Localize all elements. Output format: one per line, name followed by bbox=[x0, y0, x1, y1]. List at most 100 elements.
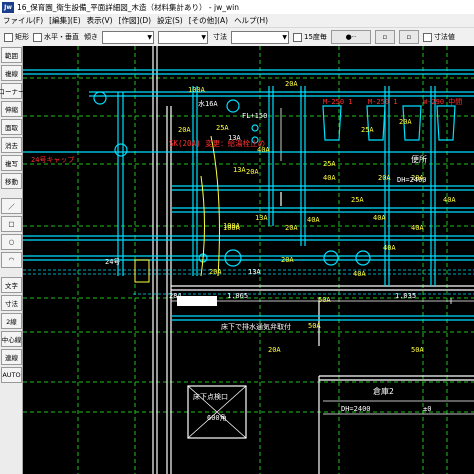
chevron-down-icon: ▼ bbox=[282, 33, 287, 41]
fixture-tag: W-290 中間 bbox=[423, 98, 463, 106]
hv-checkbox[interactable]: 水平・垂直 bbox=[33, 32, 79, 42]
chevron-down-icon: ▼ bbox=[147, 33, 152, 41]
checkbox-icon bbox=[422, 32, 432, 42]
menu-file[interactable]: ファイル(F) bbox=[0, 15, 46, 26]
menu-view[interactable]: 表示(V) bbox=[84, 15, 116, 26]
tool-circle-icon[interactable]: ○ bbox=[1, 234, 22, 250]
tool-corner[interactable]: コーナー bbox=[0, 83, 25, 99]
menu-bar: ファイル(F) [編集](E) 表示(V) [作図](D) 設定(S) [その他… bbox=[0, 14, 474, 27]
dim-combo[interactable]: ▼ bbox=[231, 30, 289, 44]
pipe-label: 20A bbox=[378, 174, 391, 182]
menu-help[interactable]: ヘルプ(H) bbox=[231, 15, 271, 26]
tool-centerline[interactable]: 中心線 bbox=[1, 331, 22, 347]
pipe-label: 20A bbox=[285, 80, 298, 88]
rect-checkbox[interactable]: 矩形 bbox=[4, 32, 29, 42]
pipe-label: 20A bbox=[209, 268, 222, 276]
dim-label: 寸法 bbox=[213, 33, 227, 41]
tool-copy[interactable]: 複写 bbox=[1, 155, 22, 171]
pipe-label: 25A bbox=[323, 160, 336, 168]
room-name: 倉庫2 bbox=[373, 387, 394, 396]
point-mode-button[interactable]: ●·· bbox=[330, 30, 371, 44]
dimension-label: 1.865 bbox=[227, 292, 249, 300]
pipe-label: 100A bbox=[188, 86, 205, 94]
tool-auto[interactable]: AUTO bbox=[1, 367, 22, 383]
fixtures bbox=[134, 135, 220, 306]
tool-offset[interactable]: 複線 bbox=[1, 65, 22, 81]
pipe-label: 40A bbox=[383, 244, 396, 252]
checkbox-icon bbox=[293, 32, 302, 42]
pipe-label: 40A bbox=[323, 174, 336, 182]
title-bar: Jw 16_保育園_衛生設備_平面詳細図_木造（材料集計あり） - jw_win bbox=[0, 0, 474, 15]
inspection-label: 床下点検口 bbox=[193, 393, 228, 401]
tool-text[interactable]: 文字 bbox=[1, 277, 22, 293]
separator bbox=[0, 270, 22, 276]
pipe-label: 25A bbox=[216, 124, 229, 132]
toggle-button-2[interactable]: ▫ bbox=[398, 30, 419, 44]
pipes bbox=[23, 69, 474, 321]
menu-edit[interactable]: [編集](E) bbox=[46, 15, 83, 26]
pipe-label: 13A bbox=[248, 268, 261, 276]
menu-other[interactable]: [その他](A) bbox=[186, 15, 231, 26]
pipe-label: 25A bbox=[351, 196, 364, 204]
tool-extend[interactable]: 伸縮 bbox=[1, 101, 22, 117]
tool-double-line[interactable]: 2線 bbox=[1, 313, 22, 329]
cap-note: 24号キャップ bbox=[31, 156, 75, 164]
dimension-label: 284 bbox=[169, 292, 182, 300]
drawing-canvas[interactable]: 20A 100A 水16A 25A 20A 25A 20A 25A 40A 20… bbox=[23, 46, 474, 474]
inspection-size: 600角 bbox=[207, 414, 227, 422]
toolbar: 矩形 水平・垂直 傾き ▼ ▼ 寸法 ▼ 15度毎 ●·· ▫ ▫ 寸法値 bbox=[0, 27, 474, 47]
hv-label: 水平・垂直 bbox=[44, 33, 79, 41]
tool-continuous-line[interactable]: 連線 bbox=[1, 349, 22, 365]
tool-line-icon[interactable]: ／ bbox=[1, 198, 22, 214]
cad-drawing bbox=[23, 46, 474, 474]
dimension-label: 1.035 bbox=[395, 292, 417, 300]
menu-draw[interactable]: [作図](D) bbox=[116, 15, 154, 26]
tool-chamfer[interactable]: 面取 bbox=[1, 119, 22, 135]
slope-combo[interactable]: ▼ bbox=[102, 30, 154, 44]
snap15-checkbox[interactable]: 15度毎 bbox=[293, 32, 327, 42]
checkbox-icon bbox=[33, 32, 42, 42]
pipe-label: 20A bbox=[399, 118, 412, 126]
window-title: 16_保育園_衛生設備_平面詳細図_木造（材料集計あり） - jw_win bbox=[17, 2, 239, 12]
rect-label: 矩形 bbox=[15, 33, 29, 41]
pipe-label: 40A bbox=[353, 270, 366, 278]
tool-range[interactable]: 範囲 bbox=[1, 47, 22, 63]
toggle-button[interactable]: ▫ bbox=[374, 30, 395, 44]
slope-value-combo[interactable]: ▼ bbox=[158, 30, 208, 44]
pipe-label: 13A bbox=[233, 166, 246, 174]
door-height-label: DH=2400 bbox=[341, 405, 371, 413]
level-label: ±0 bbox=[423, 405, 432, 413]
pipe-label: 20A bbox=[246, 168, 259, 176]
pipe-label: 20A bbox=[178, 126, 191, 134]
pipe-label: 100A bbox=[223, 222, 240, 230]
pipe-label: 25A bbox=[361, 126, 374, 134]
change-note: SK(20A) 変更：給湯栓止め bbox=[169, 139, 266, 148]
tool-move[interactable]: 移動 bbox=[1, 173, 22, 189]
pipe-label: 40A bbox=[307, 216, 320, 224]
pipe-label: 20A bbox=[281, 256, 294, 264]
checkbox-icon bbox=[4, 32, 13, 42]
pipe-label: 24号 bbox=[105, 258, 121, 266]
pipe-label: 13A bbox=[255, 214, 268, 222]
fixture-tag: M-250 1 bbox=[368, 98, 398, 106]
dim-value-label: 寸法値 bbox=[433, 33, 455, 41]
pipe-label: 50A bbox=[411, 346, 424, 354]
pipe-label: FL+150 bbox=[242, 112, 268, 120]
pipe-label: 40A bbox=[411, 224, 424, 232]
pipe-label: 50A bbox=[308, 322, 321, 330]
tool-erase[interactable]: 消去 bbox=[1, 137, 22, 153]
pipe-label: 20A bbox=[268, 346, 281, 354]
menu-settings[interactable]: 設定(S) bbox=[154, 15, 186, 26]
note-label: 床下で排水通気弁取付 bbox=[221, 323, 291, 331]
tool-arc-icon[interactable]: ◠ bbox=[1, 252, 22, 268]
fixture-tag: M-250 1 bbox=[323, 98, 353, 106]
snap15-label: 15度毎 bbox=[304, 33, 327, 41]
pipe-label: 50A bbox=[318, 296, 331, 304]
dim-value-checkbox[interactable]: 寸法値 bbox=[422, 32, 455, 42]
slope-label: 傾き bbox=[84, 33, 98, 41]
door-height-label: DH=2400 bbox=[397, 176, 427, 184]
room-name: 便所 bbox=[411, 155, 427, 164]
pipe-label: 40A bbox=[373, 214, 386, 222]
tool-rectangle-icon[interactable]: □ bbox=[1, 216, 22, 232]
tool-dimension[interactable]: 寸法 bbox=[1, 295, 22, 311]
